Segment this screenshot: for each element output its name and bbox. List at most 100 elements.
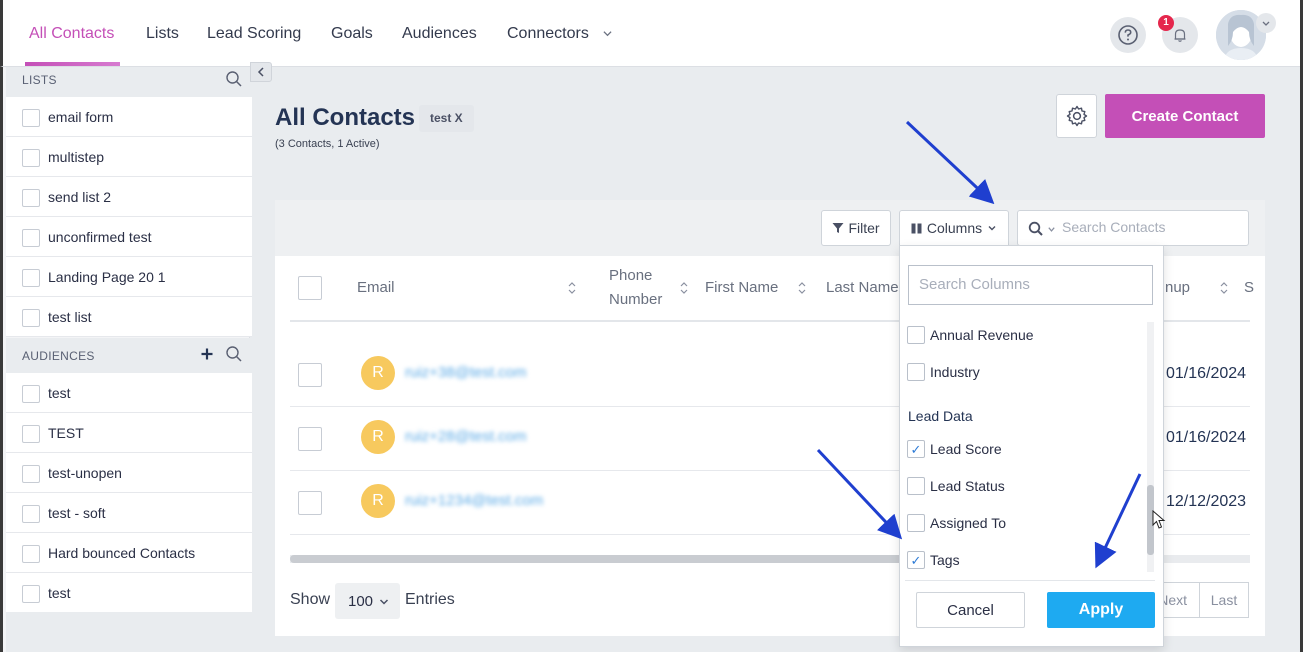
list-checkbox[interactable] [22, 149, 40, 167]
sidebar-list-item[interactable]: email form [6, 97, 252, 137]
sidebar-list-item[interactable]: send list 2 [6, 177, 252, 217]
search-contacts-input[interactable] [1062, 219, 1242, 235]
contact-date: 01/16/2024 [1166, 429, 1247, 446]
chevron-down-icon[interactable] [1047, 225, 1056, 234]
contact-avatar: R [361, 420, 395, 454]
chevron-down-icon [988, 226, 996, 231]
search-contacts[interactable] [1017, 210, 1249, 246]
sidebar-list-item[interactable]: Landing Page 20 1 [6, 257, 252, 297]
nav-audiences[interactable]: Audiences [402, 25, 477, 43]
sort-icon[interactable] [798, 281, 806, 295]
entries-per-page-select[interactable]: 100 [335, 583, 400, 619]
search-columns-input[interactable] [919, 276, 1144, 293]
nav-all-contacts[interactable]: All Contacts [29, 25, 114, 43]
col-email[interactable]: Email [357, 279, 395, 296]
settings-button[interactable] [1056, 94, 1097, 138]
col-last-name[interactable]: Last Name [826, 279, 899, 296]
checkmark-icon[interactable]: ✓ [907, 440, 925, 458]
show-label: Show [290, 591, 331, 608]
audience-checkbox[interactable] [22, 505, 40, 523]
dropdown-divider [905, 580, 1155, 581]
search-columns[interactable] [908, 265, 1153, 305]
nav-goals[interactable]: Goals [331, 25, 373, 43]
contact-email-link[interactable]: ruiz+38@test.com [405, 364, 527, 381]
audience-checkbox[interactable] [22, 385, 40, 403]
checkmark-icon[interactable]: ✓ [907, 551, 925, 569]
contact-email-link[interactable]: ruiz+28@test.com [405, 428, 527, 445]
sidebar-footer [6, 612, 252, 652]
columns-button[interactable]: Columns [899, 210, 1009, 246]
contacts-count: (3 Contacts, 1 Active) [275, 138, 380, 150]
lists-heading: LISTS [6, 67, 252, 97]
filter-chip[interactable]: test X [419, 105, 474, 132]
apply-button[interactable]: Apply [1047, 592, 1155, 628]
column-checkbox[interactable] [907, 514, 925, 532]
row-checkbox[interactable] [298, 491, 322, 515]
contact-avatar: R [361, 484, 395, 518]
sort-icon[interactable] [680, 281, 688, 295]
col-status[interactable]: S [1244, 279, 1254, 296]
list-checkbox[interactable] [22, 189, 40, 207]
col-first-name[interactable]: First Name [705, 279, 778, 296]
audience-checkbox[interactable] [22, 425, 40, 443]
top-nav [0, 0, 1303, 67]
account-menu-toggle[interactable] [1256, 13, 1276, 33]
last-page-button[interactable]: Last [1199, 582, 1249, 618]
sidebar-audience-item[interactable]: test-unopen [6, 453, 252, 493]
sort-icon[interactable] [1220, 281, 1228, 295]
select-all-checkbox[interactable] [298, 276, 322, 300]
sidebar-list-item[interactable]: multistep [6, 137, 252, 177]
columns-icon [911, 223, 922, 233]
search-icon[interactable] [225, 70, 243, 88]
contact-date: 01/16/2024 [1166, 365, 1247, 382]
search-icon[interactable] [225, 345, 243, 363]
list-checkbox[interactable] [22, 229, 40, 247]
contact-date: 12/12/2023 [1166, 493, 1247, 510]
row-checkbox[interactable] [298, 427, 322, 451]
plus-icon[interactable] [200, 347, 214, 361]
col-signup[interactable]: nup [1165, 279, 1190, 296]
sidebar-audience-item[interactable]: test [6, 573, 252, 613]
contact-email-link[interactable]: ruiz+1234@test.com [405, 492, 543, 509]
list-checkbox[interactable] [22, 309, 40, 327]
col-number[interactable]: Number [609, 291, 662, 308]
horizontal-scrollbar-thumb[interactable] [290, 555, 910, 563]
column-checkbox[interactable] [907, 363, 925, 381]
nav-connectors[interactable]: Connectors [507, 25, 589, 43]
page-title: All Contacts [275, 104, 416, 131]
question-icon [1118, 25, 1138, 45]
row-checkbox[interactable] [298, 363, 322, 387]
create-contact-button[interactable]: Create Contact [1105, 94, 1265, 138]
audience-checkbox[interactable] [22, 545, 40, 563]
column-checkbox[interactable] [907, 326, 925, 344]
sidebar-list-item[interactable]: unconfirmed test [6, 217, 252, 257]
gear-icon [1066, 105, 1087, 127]
audience-checkbox[interactable] [22, 465, 40, 483]
sidebar-audience-item[interactable]: test - soft [6, 493, 252, 533]
list-checkbox[interactable] [22, 269, 40, 287]
audience-checkbox[interactable] [22, 585, 40, 603]
chevron-down-icon [379, 599, 389, 605]
cancel-button[interactable]: Cancel [916, 592, 1025, 628]
list-checkbox[interactable] [22, 109, 40, 127]
chevron-down-icon[interactable] [603, 29, 612, 38]
funnel-icon [832, 223, 844, 233]
col-phone[interactable]: Phone [609, 267, 652, 284]
sort-icon[interactable] [568, 281, 576, 295]
column-checkbox[interactable] [907, 477, 925, 495]
audiences-heading: AUDIENCES [6, 338, 252, 373]
sidebar-audience-item[interactable]: test [6, 373, 252, 413]
help-button[interactable] [1110, 17, 1146, 53]
mouse-cursor-icon [1152, 510, 1166, 529]
collapse-sidebar-button[interactable] [250, 62, 272, 82]
nav-lists[interactable]: Lists [146, 25, 179, 43]
arrow-to-columns [905, 120, 995, 205]
nav-lead-scoring[interactable]: Lead Scoring [207, 25, 301, 43]
search-icon [1028, 221, 1043, 236]
filter-button[interactable]: Filter [821, 210, 891, 246]
sidebar-list-item[interactable]: test list [6, 297, 252, 337]
active-tab-indicator [25, 62, 120, 66]
sidebar-audience-item[interactable]: TEST [6, 413, 252, 453]
sidebar: LISTS email form multistep send list 2 u… [0, 67, 252, 652]
sidebar-audience-item[interactable]: Hard bounced Contacts [6, 533, 252, 573]
